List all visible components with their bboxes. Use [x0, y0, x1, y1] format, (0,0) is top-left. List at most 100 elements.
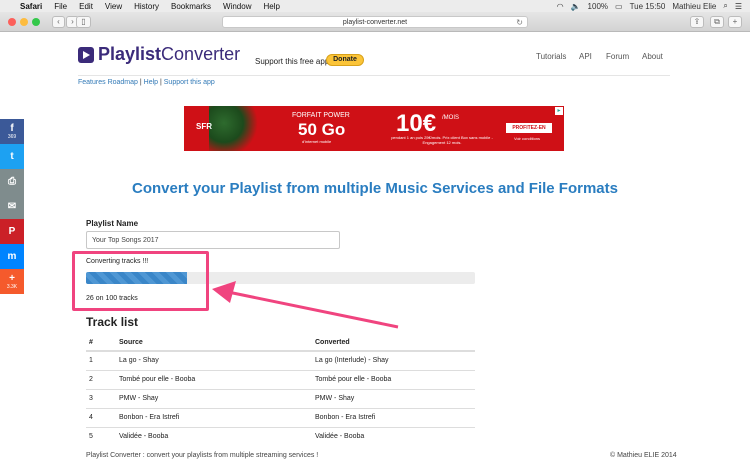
- minimize-window-button[interactable]: [20, 18, 28, 26]
- volume-icon[interactable]: 🔈: [571, 2, 581, 11]
- reload-icon[interactable]: ↻: [516, 17, 523, 28]
- share-pinterest-button[interactable]: P: [0, 219, 24, 244]
- ad-conditions-link[interactable]: Voir conditions: [514, 136, 540, 141]
- cell-index: 4: [86, 407, 116, 427]
- share-messenger-button[interactable]: m: [0, 244, 24, 269]
- link-support-app[interactable]: Support this app: [164, 79, 215, 86]
- address-bar[interactable]: playlist-converter.net ↻: [222, 16, 528, 28]
- share-facebook-button[interactable]: f 369: [0, 119, 24, 144]
- email-icon: ✉: [7, 201, 17, 212]
- menu-bookmarks[interactable]: Bookmarks: [171, 2, 211, 11]
- share-button[interactable]: ⇪: [690, 16, 704, 28]
- cell-source: PMW - Shay: [116, 388, 312, 408]
- facebook-icon: f: [10, 123, 14, 134]
- user-name[interactable]: Mathieu Elie: [672, 2, 716, 11]
- sidebar-toggle-button[interactable]: ▯: [76, 16, 91, 28]
- tracklist-heading: Track list: [86, 315, 139, 329]
- battery-percent[interactable]: 100%: [588, 2, 608, 11]
- support-text: Support this free app: [255, 57, 330, 66]
- chevron-right-icon: ›: [71, 17, 74, 26]
- back-button[interactable]: ‹: [52, 16, 65, 28]
- link-help[interactable]: Help: [144, 79, 158, 86]
- logo-text-bold: Playlist: [98, 44, 162, 64]
- menu-file[interactable]: File: [54, 2, 67, 11]
- donate-button[interactable]: Donate: [326, 54, 364, 66]
- table-row: 1 La go - Shay La go (Interlude) - Shay: [86, 350, 475, 370]
- footer-tagline: Playlist Converter : convert your playli…: [86, 452, 319, 459]
- more-share-count: 3.3K: [6, 284, 18, 290]
- tabs-overview-button[interactable]: ⧉: [710, 16, 724, 28]
- share-more-button[interactable]: +3.3K: [0, 269, 24, 294]
- cell-source: La go - Shay: [116, 350, 312, 370]
- cell-source: Validée - Booba: [116, 426, 312, 446]
- menu-window[interactable]: Window: [223, 2, 251, 11]
- browser-toolbar: ‹ › ▯ playlist-converter.net ↻ ⇪ ⧉ +: [0, 12, 750, 32]
- ad-fir-decoration: [209, 106, 259, 151]
- ad-per-month: /MOIS: [442, 115, 460, 121]
- ad-line2: 50 Go: [298, 120, 346, 139]
- menu-help[interactable]: Help: [263, 2, 279, 11]
- pinterest-icon: P: [8, 226, 16, 237]
- ad-line1: FORFAIT POWER: [292, 112, 350, 119]
- arrow-shaft: [227, 290, 399, 329]
- site-logo[interactable]: Playlist Converter: [78, 44, 240, 65]
- sub-links: Features Roadmap | Help | Support this a…: [78, 79, 215, 86]
- battery-icon[interactable]: ▭: [615, 2, 623, 11]
- footer-copyright: © Mathieu ELIE 2014: [610, 452, 677, 459]
- share-email-button[interactable]: ✉: [0, 194, 24, 219]
- share-print-button[interactable]: ⎙: [0, 169, 24, 194]
- search-icon[interactable]: ⌕: [723, 1, 727, 11]
- cell-converted: La go (Interlude) - Shay: [312, 350, 475, 370]
- col-header-index: #: [86, 334, 116, 352]
- ad-cta-button[interactable]: PROFITEZ-EN: [506, 123, 552, 133]
- header-divider: [78, 75, 670, 76]
- wifi-icon[interactable]: ◠: [557, 2, 564, 11]
- print-icon: ⎙: [8, 176, 16, 187]
- zoom-window-button[interactable]: [32, 18, 40, 26]
- new-tab-button[interactable]: +: [728, 16, 742, 28]
- share-twitter-button[interactable]: t: [0, 144, 24, 169]
- track-table: # Source Converted 1 La go - Shay La go …: [86, 334, 475, 446]
- ad-brand: SFR: [196, 122, 212, 131]
- menu-history[interactable]: History: [134, 2, 159, 11]
- ad-fine-print: pendant 1 an puis 25€/mois. Prix client …: [391, 135, 493, 145]
- nav-api[interactable]: API: [579, 52, 592, 61]
- nav-tutorials[interactable]: Tutorials: [536, 52, 566, 61]
- nav-about[interactable]: About: [642, 52, 663, 61]
- advertisement-banner[interactable]: SFR FORFAIT POWER 50 Go d'internet mobil…: [184, 106, 564, 151]
- cell-index: 5: [86, 426, 116, 446]
- table-row: 3 PMW - Shay PMW - Shay: [86, 388, 475, 408]
- cell-converted: Bonbon - Era Istrefi: [312, 407, 475, 427]
- menubar-status-area: ◠ 🔈 100% ▭ Tue 15:50 Mathieu Elie ⌕ ☰: [550, 0, 742, 12]
- messenger-icon: m: [7, 251, 17, 262]
- playlist-name-input[interactable]: [86, 231, 340, 249]
- menu-view[interactable]: View: [105, 2, 122, 11]
- cell-index: 1: [86, 350, 116, 370]
- link-features-roadmap[interactable]: Features Roadmap: [78, 79, 138, 86]
- nav-forum[interactable]: Forum: [606, 52, 629, 61]
- plus-icon: +: [732, 17, 738, 26]
- cell-index: 3: [86, 388, 116, 408]
- sidebar-icon: ▯: [81, 17, 86, 26]
- ad-info-icon[interactable]: ▸: [555, 107, 563, 115]
- menu-app-safari[interactable]: Safari: [20, 2, 42, 11]
- social-share-sidebar: f 369 t ⎙ ✉ P m +3.3K: [0, 119, 24, 294]
- cell-source: Tombé pour elle - Booba: [116, 369, 312, 389]
- notification-center-icon[interactable]: ☰: [735, 2, 742, 11]
- table-row: 4 Bonbon - Era Istrefi Bonbon - Era Istr…: [86, 407, 475, 427]
- facebook-share-count: 369: [7, 134, 17, 140]
- cell-converted: Validée - Booba: [312, 426, 475, 446]
- play-logo-icon: [78, 46, 94, 63]
- cell-converted: Tombé pour elle - Booba: [312, 369, 475, 389]
- cell-source: Bonbon - Era Istrefi: [116, 407, 312, 427]
- page-title: Convert your Playlist from multiple Musi…: [132, 180, 618, 197]
- tabs-icon: ⧉: [714, 17, 720, 26]
- clock[interactable]: Tue 15:50: [630, 2, 666, 11]
- col-header-source: Source: [116, 334, 312, 352]
- url-text: playlist-converter.net: [342, 19, 408, 26]
- twitter-icon: t: [10, 151, 14, 162]
- menu-edit[interactable]: Edit: [79, 2, 93, 11]
- table-row: 2 Tombé pour elle - Booba Tombé pour ell…: [86, 369, 475, 389]
- close-window-button[interactable]: [8, 18, 16, 26]
- chevron-left-icon: ‹: [57, 17, 60, 26]
